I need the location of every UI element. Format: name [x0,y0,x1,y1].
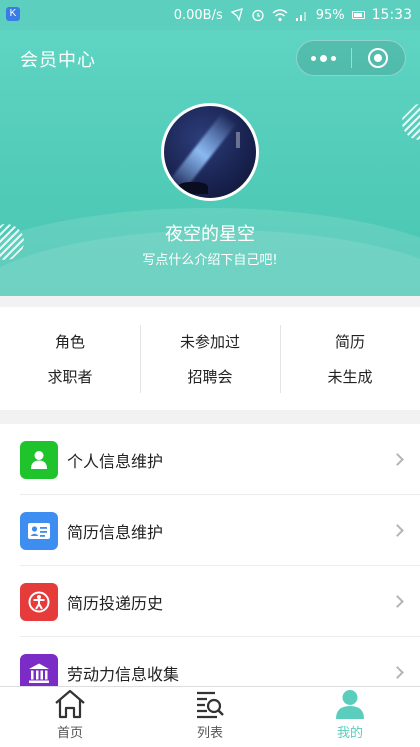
menu-item-resume-info[interactable]: 简历信息维护 [0,494,420,566]
history-icon [20,582,58,621]
tab-list[interactable]: 列表 [140,687,280,747]
chevron-right-icon [391,453,404,466]
menu-item-labor-info[interactable]: 劳动力信息收集 [0,636,420,686]
bottom-tab-bar: 首页 列表 我的 [0,686,420,747]
stats-panel: 角色 求职者 未参加过 招聘会 简历 未生成 [0,307,420,410]
network-speed: 0.00B/s [173,7,223,23]
stat-job-fair[interactable]: 未参加过 招聘会 [140,307,280,410]
home-icon [55,689,85,719]
stat-resume[interactable]: 简历 未生成 [280,307,420,410]
list-search-icon [197,691,224,719]
stat-title: 角色 [54,332,85,351]
menu-item-label: 简历投递历史 [67,593,164,613]
avatar-image-hill [178,182,208,194]
dot-icon [320,54,328,62]
bank-icon [20,653,58,686]
user-icon [20,440,58,479]
chevron-right-icon [391,595,404,608]
mute-icon [230,8,243,22]
divider [20,494,420,495]
chevron-right-icon [391,524,404,537]
profile-header: 会员中心 夜空的星空 写点什么介绍下自己吧! [0,30,420,296]
stat-value: 招聘会 [187,367,233,386]
stat-title: 简历 [334,332,365,351]
tab-home[interactable]: 首页 [0,687,140,747]
tab-label: 列表 [196,726,223,741]
divider [20,565,420,566]
stat-value: 未生成 [327,367,373,386]
menu-item-label: 简历信息维护 [67,522,164,542]
avatar-image-detail [236,132,240,148]
chevron-right-icon [391,666,404,679]
status-bar: K 0.00B/s 95% 15:33 [0,0,420,30]
signal-icon [295,11,306,21]
menu-item-label: 个人信息维护 [67,451,164,471]
menu-item-personal-info[interactable]: 个人信息维护 [0,424,420,495]
stat-role[interactable]: 角色 求职者 [0,307,140,410]
user-nickname: 夜空的星空 [165,224,255,245]
decor-stripe-circle [402,104,420,140]
miniprogram-capsule [296,40,406,76]
battery-level: 95% [315,7,345,23]
menu-list: 个人信息维护 简历信息维护 简历投递历史 劳动力信息收集 [0,424,420,686]
resume-card-icon [20,511,58,550]
more-button[interactable] [297,41,351,75]
clock: 15:33 [371,7,412,23]
dot-icon [331,55,337,61]
target-icon [368,48,389,68]
page-title: 会员中心 [20,50,96,71]
user-intro[interactable]: 写点什么介绍下自己吧! [0,249,420,268]
close-miniprogram-button[interactable] [351,41,405,75]
wifi-icon [272,8,288,21]
divider [20,636,420,637]
tab-label: 我的 [336,726,363,741]
tab-mine[interactable]: 我的 [280,687,420,747]
avatar[interactable] [161,103,259,201]
app-notification-icon: K [6,7,20,21]
profile-icon [336,690,364,719]
alarm-icon [252,9,264,22]
dot-icon [311,55,317,61]
menu-item-label: 劳动力信息收集 [67,664,180,684]
stat-title: 未参加过 [179,332,240,351]
battery-icon [351,11,365,19]
tab-label: 首页 [56,726,83,741]
menu-item-delivery-history[interactable]: 简历投递历史 [0,565,420,637]
stat-value: 求职者 [47,367,93,386]
